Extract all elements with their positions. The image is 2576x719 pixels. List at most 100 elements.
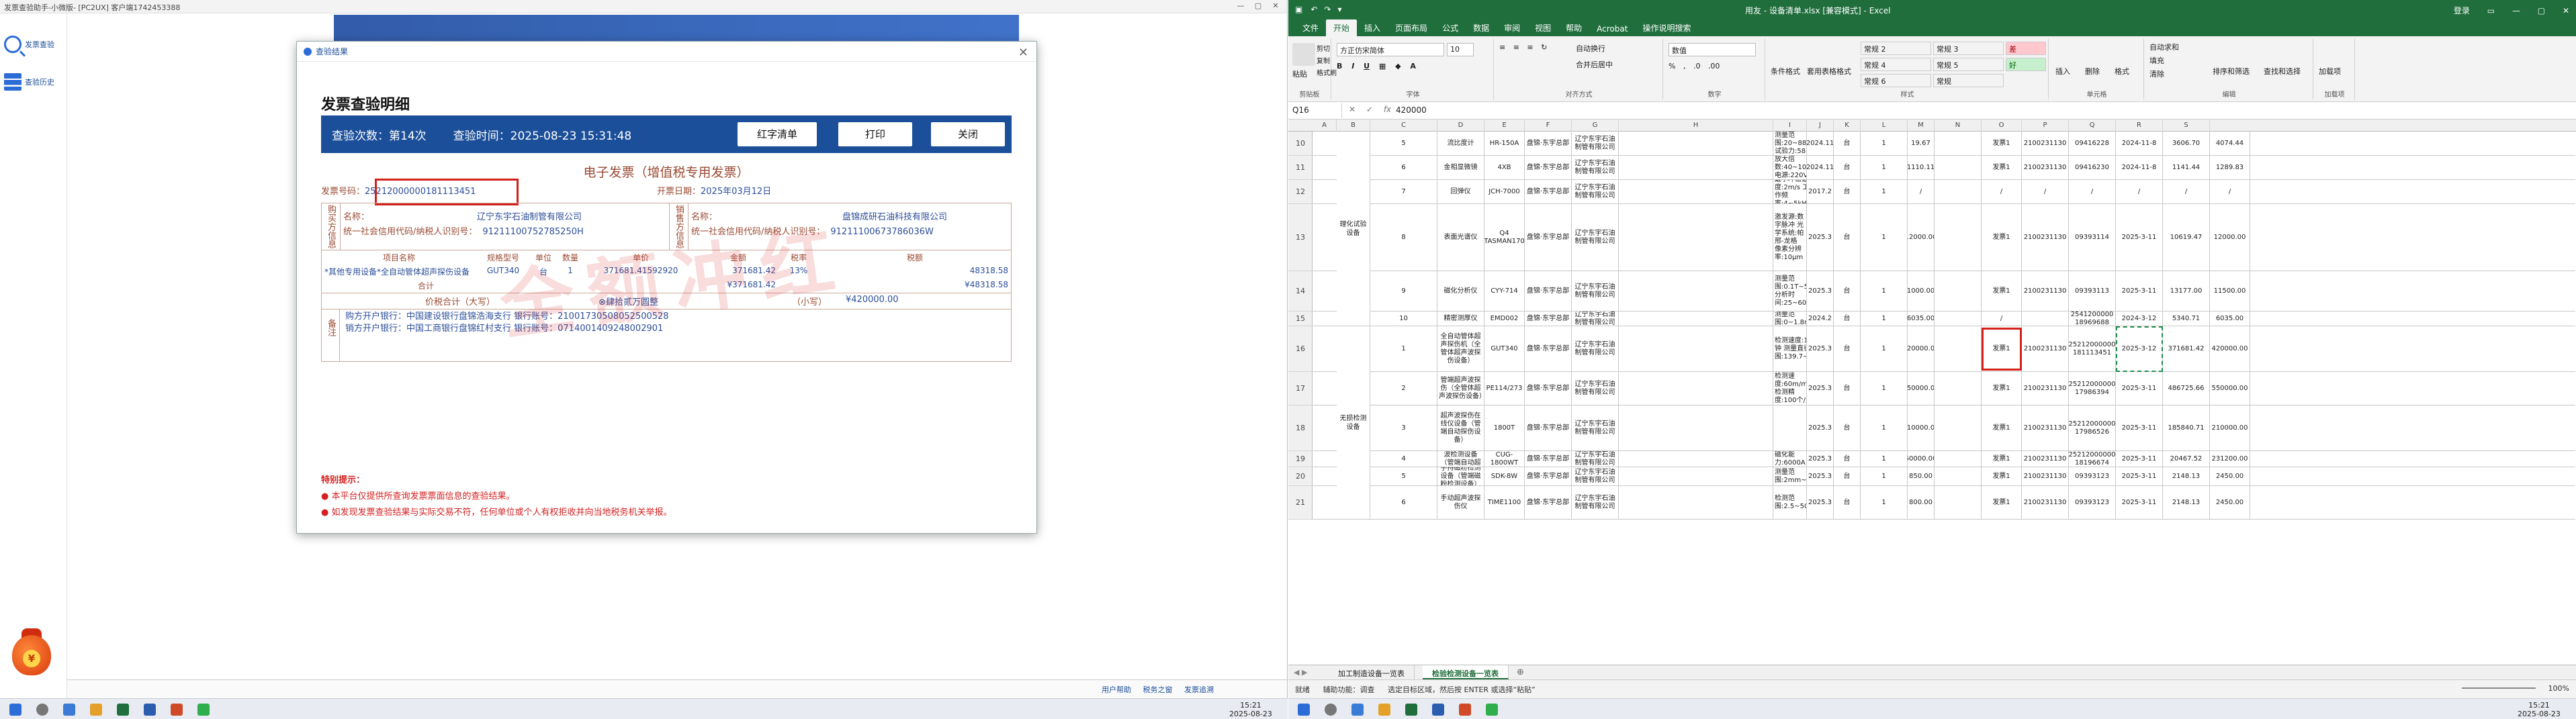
sheet-cell[interactable]: 3606.70 [2163, 132, 2210, 155]
quick-access-dropdown[interactable]: ▾ [1337, 5, 1341, 14]
sheet-cell[interactable]: 1 [1861, 372, 1908, 405]
sheet-cell[interactable]: 1 [1861, 271, 1908, 311]
excel-icon[interactable] [1405, 704, 1417, 716]
sheet-cell[interactable]: 6 [1370, 486, 1437, 519]
row-header[interactable]: 10 [1288, 132, 1313, 156]
addins-button[interactable]: 加载项 [2319, 66, 2341, 77]
row-header[interactable]: 12 [1288, 180, 1313, 204]
column-header-o[interactable]: O [1982, 119, 2022, 132]
sheet-cell[interactable]: 2 [1370, 372, 1437, 405]
sheet-cell[interactable]: 1 [1861, 451, 1908, 467]
font-name-select[interactable]: 方正仿宋简体 [1337, 43, 1444, 56]
merge-center-button[interactable]: 合并后居中 [1576, 59, 1613, 70]
sheet-cell[interactable]: 1 [1370, 326, 1437, 371]
word-icon[interactable] [1432, 704, 1444, 716]
paste-icon[interactable] [1292, 43, 1315, 66]
sheet-cell[interactable]: 2025.3 [1807, 467, 1834, 485]
column-header-d[interactable]: D [1437, 119, 1484, 132]
sheet-cell[interactable]: 2025.3 [1807, 326, 1834, 371]
sheet-cell[interactable]: 2148.13 [2163, 467, 2210, 485]
sheet-cell[interactable]: 台 [1834, 405, 1861, 450]
sheet-cell[interactable]: 发票1 [1982, 467, 2022, 485]
column-header-l[interactable]: L [1861, 119, 1908, 132]
sheet-cell[interactable]: 21002311​30 [2022, 486, 2069, 519]
menu-formulas[interactable]: 公式 [1435, 19, 1466, 36]
sheet-cell[interactable]: 全自动管体超声探伤机（全管体超声波探伤设备） [1437, 326, 1484, 371]
sheet-cell[interactable]: 台 [1834, 451, 1861, 467]
sheet-cell[interactable]: 09393114 [2069, 204, 2116, 271]
sheet-cell[interactable]: 231200.00 [2210, 451, 2250, 467]
sheet-cell[interactable] [1619, 311, 1773, 326]
sheet-cell[interactable]: 210000.00 [1908, 405, 1935, 450]
sheet-cell[interactable]: 台 [1834, 467, 1861, 485]
row-header[interactable]: 15 [1288, 311, 1313, 326]
sheet-cell[interactable]: / [1982, 180, 2022, 203]
sheet-cell[interactable]: 台 [1834, 132, 1861, 155]
sheet-cell[interactable]: 12000.00 [1908, 204, 1935, 271]
ribbon-display-button[interactable]: ▭ [2487, 6, 2495, 15]
nav-check-history[interactable]: 查验历史 [0, 63, 66, 101]
sheet-cell[interactable]: 486725.66 [2163, 372, 2210, 405]
sheet-cell[interactable]: 发票1 [1982, 271, 2022, 311]
sheet-cell[interactable]: 1 [1861, 156, 1908, 179]
sheet-cell[interactable]: 辽宁东宇石油制管有限公司 [1572, 311, 1619, 326]
column-header-g[interactable]: G [1572, 119, 1619, 132]
sheet-cell[interactable]: 2024-3-12 [2116, 311, 2163, 326]
sheet-cell[interactable]: 2025.3 [1807, 486, 1834, 519]
sheet-cell[interactable]: 管端专用超声波检测设备（管端自动超声波探伤设备） [1437, 451, 1484, 467]
sheet-cell[interactable]: 盘锦·东宇总部 [1525, 405, 1572, 450]
sheet-tab-inspection[interactable]: 检验检测设备一览表 [1423, 665, 1509, 679]
tax-window-link[interactable]: 税务之窗 [1143, 685, 1173, 694]
row-header[interactable]: 13 [1288, 204, 1313, 271]
sheet-cell[interactable]: 2024.11 [1807, 156, 1834, 179]
sheet-cell[interactable]: 盘锦·东宇总部 [1525, 467, 1572, 485]
wechat-icon[interactable] [1486, 704, 1498, 716]
sheet-cell[interactable]: / [2116, 180, 2163, 203]
font-style-buttons[interactable]: B I U ▦ ◆ A [1337, 62, 1416, 70]
column-header-b[interactable]: B [1337, 119, 1370, 132]
column-header-e[interactable]: E [1484, 119, 1525, 132]
sheet-cell[interactable]: Q4 TASMAN170 [1484, 204, 1525, 271]
sheet-cell[interactable] [1619, 467, 1773, 485]
sheet-cell[interactable]: 371681.42 [2163, 326, 2210, 371]
sheet-cell[interactable]: 21002311​30 [2022, 451, 2069, 467]
sheet-cell[interactable]: 1141.44 [2163, 156, 2210, 179]
sheet-cell[interactable]: 辽宁东宇石油制管有限公司 [1572, 467, 1619, 485]
style-normal-6[interactable]: 常规 6 [1861, 74, 1931, 87]
sheet-cell[interactable]: 21002311​30 [2022, 405, 2069, 450]
sheet-cell[interactable]: 1289.83 [2210, 156, 2250, 179]
app-icon[interactable] [171, 704, 183, 716]
menu-data[interactable]: 数据 [1466, 19, 1497, 36]
sheet-cell[interactable]: 发票1 [1982, 372, 2022, 405]
sheet-cell[interactable]: 2025-3-11 [2116, 467, 2163, 485]
word-icon[interactable] [144, 704, 156, 716]
sheet-cell[interactable]: 800.00 [1908, 486, 1935, 519]
number-format-select[interactable]: 数值 [1669, 43, 1756, 56]
style-bad[interactable]: 差 [2006, 42, 2046, 55]
sheet-cell[interactable]: 盘锦·东宇总部 [1525, 132, 1572, 155]
sheet-cell[interactable]: 辽宁东宇石油制管有限公司 [1572, 486, 1619, 519]
sheet-cell[interactable] [1935, 180, 1982, 203]
sheet-cell[interactable]: 1000.00 [1908, 271, 1935, 311]
app-icon[interactable] [1459, 704, 1471, 716]
sheet-cell[interactable]: 台 [1834, 326, 1861, 371]
help-link[interactable]: 用户帮助 [1102, 685, 1131, 694]
sheet-tab-manufacturing[interactable]: 加工制造设备一览表 [1329, 665, 1415, 679]
sheet-cell[interactable]: 流比度计 [1437, 132, 1484, 155]
style-normal-2[interactable]: 常规 2 [1861, 42, 1931, 55]
sheet-cell[interactable] [1935, 204, 1982, 271]
sheet-cell[interactable]: 60000.00 [1908, 451, 1935, 467]
sheet-cell[interactable]: 盘锦·东宇总部 [1525, 486, 1572, 519]
sheet-cell[interactable]: 420000.00 [2210, 326, 2250, 371]
sheet-cell[interactable] [1935, 486, 1982, 519]
sheet-cell[interactable]: / [1908, 180, 1935, 203]
folder-icon[interactable] [1378, 704, 1390, 716]
sheet-cell[interactable] [1935, 132, 1982, 155]
sheet-cell[interactable]: 辽宁东宇石油制管有限公司 [1572, 156, 1619, 179]
sheet-cell[interactable]: 1 [1861, 467, 1908, 485]
menu-review[interactable]: 审阅 [1497, 19, 1527, 36]
sheet-cell[interactable]: 6035.00 [1908, 311, 1935, 326]
sheet-cell[interactable]: 测量范围:2mm~50mm [1773, 467, 1807, 485]
sheet-cell[interactable]: 21002311​30 [2022, 467, 2069, 485]
sheet-cell[interactable]: 2025.3 [1807, 271, 1834, 311]
